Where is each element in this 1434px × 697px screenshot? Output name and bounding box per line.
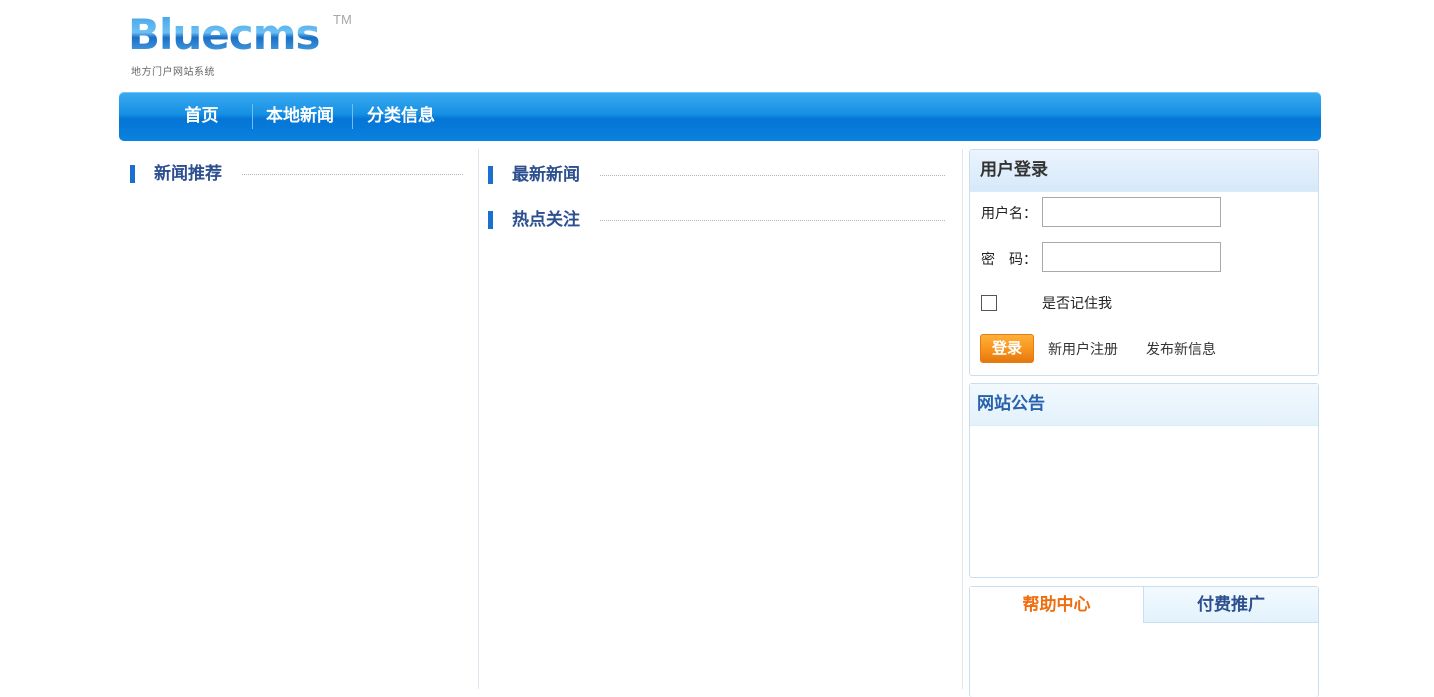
- section-latest-news: 最新新闻: [488, 160, 948, 190]
- nav-item-classifieds[interactable]: 分类信息: [360, 92, 442, 141]
- section-marker: [130, 165, 135, 183]
- remember-me-label: 是否记住我: [1042, 296, 1112, 312]
- nav-separator: [252, 104, 253, 129]
- post-info-link[interactable]: 发布新信息: [1146, 339, 1216, 359]
- tab-paid-promotion[interactable]: 付费推广: [1143, 587, 1318, 623]
- section-news-recommend: 新闻推荐: [130, 159, 465, 189]
- site-logo[interactable]: Bluecms TM 地方门户网站系统: [128, 10, 368, 80]
- logo-text: Bluecms: [128, 10, 320, 59]
- section-title: 新闻推荐: [154, 164, 222, 184]
- logo-trademark: TM: [333, 12, 352, 27]
- section-marker: [488, 166, 493, 184]
- section-marker: [488, 211, 493, 229]
- username-input[interactable]: [1042, 197, 1221, 227]
- section-divider: [242, 174, 463, 175]
- notice-box: 网站公告: [969, 383, 1319, 578]
- section-divider: [600, 175, 945, 176]
- login-title: 用户登录: [970, 150, 1318, 192]
- section-title: 最新新闻: [512, 165, 580, 185]
- tab-help-center[interactable]: 帮助中心: [970, 587, 1143, 623]
- notice-title: 网站公告: [970, 384, 1318, 426]
- password-input[interactable]: [1042, 242, 1221, 272]
- remember-me-checkbox[interactable]: [981, 295, 997, 311]
- nav-item-home[interactable]: 首页: [164, 92, 239, 141]
- nav-separator: [352, 104, 353, 129]
- login-box: 用户登录 用户名： 密 码： 是否记住我 登录 新用户注册 发布新信息: [969, 149, 1319, 376]
- section-divider: [600, 220, 945, 221]
- nav-item-local-news[interactable]: 本地新闻: [260, 92, 340, 141]
- section-hot-focus: 热点关注: [488, 205, 948, 235]
- logo-subtitle: 地方门户网站系统: [131, 67, 215, 78]
- login-button[interactable]: 登录: [980, 334, 1034, 363]
- main-nav: 首页 本地新闻 分类信息: [119, 92, 1321, 141]
- section-title: 热点关注: [512, 210, 580, 230]
- register-link[interactable]: 新用户注册: [1048, 339, 1118, 359]
- username-label: 用户名：: [981, 206, 1037, 222]
- password-label: 密 码：: [981, 252, 1037, 268]
- help-tabs-box: 帮助中心 付费推广: [969, 586, 1319, 697]
